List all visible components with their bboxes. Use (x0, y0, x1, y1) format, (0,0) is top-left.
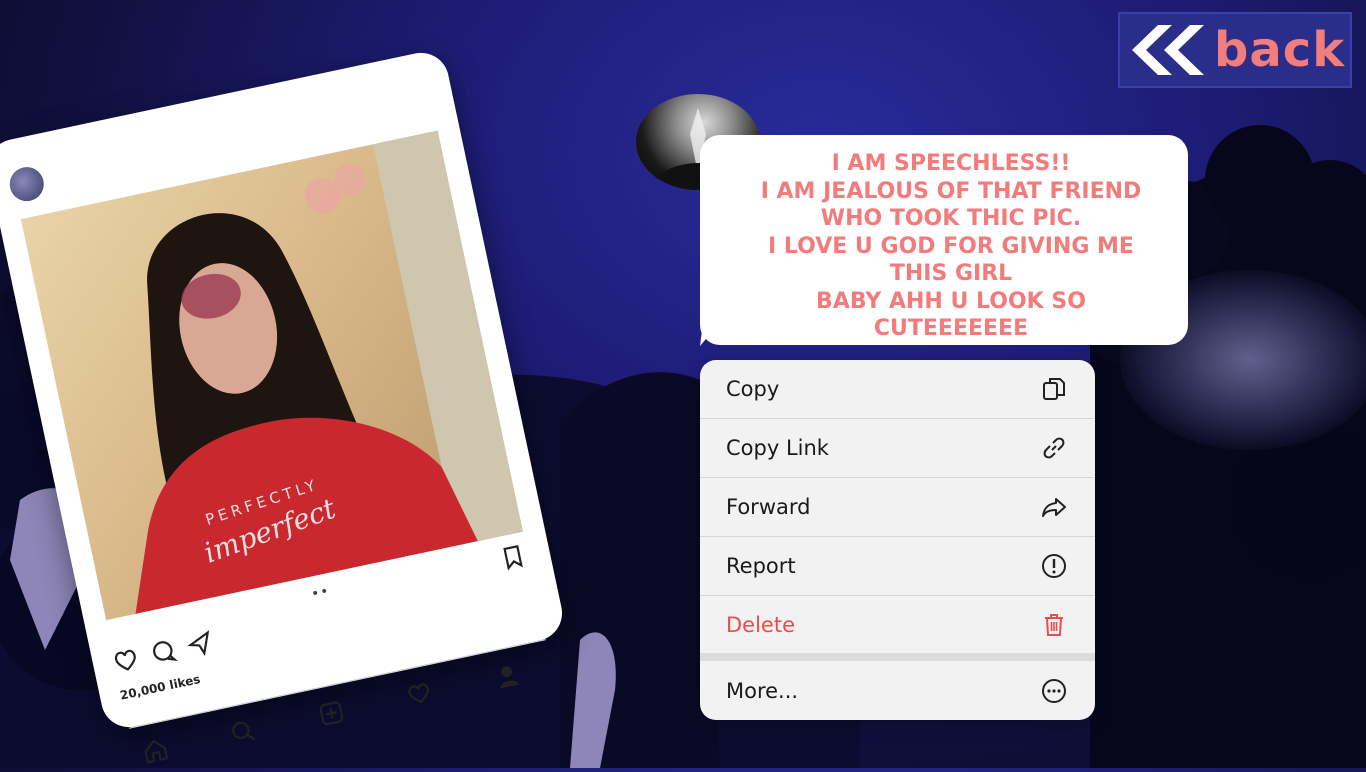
back-button[interactable]: back (1118, 12, 1352, 88)
menu-item-report[interactable]: Report (700, 537, 1095, 595)
menu-item-more[interactable]: More... (700, 662, 1095, 720)
forward-icon (1042, 498, 1066, 517)
trash-icon (1045, 614, 1063, 636)
more-icon (1042, 679, 1066, 703)
profile-icon[interactable] (492, 660, 523, 691)
heart-icon[interactable] (110, 644, 141, 675)
menu-item-label: More... (726, 679, 799, 703)
menu-item-forward[interactable]: Forward (700, 478, 1095, 536)
report-icon (1042, 554, 1066, 578)
menu-section-gap (700, 653, 1095, 661)
likes-count: 20,000 likes (118, 672, 202, 703)
post-photo[interactable]: PERFECTLY imperfect (20, 130, 523, 621)
menu-item-copy-link[interactable]: Copy Link (700, 419, 1095, 477)
activity-heart-icon[interactable] (404, 679, 435, 710)
comment-text: I am speechless!! I am jealous of that f… (716, 150, 1186, 343)
comment-line: I am speechless!! (831, 151, 1071, 176)
link-icon (1043, 437, 1065, 459)
menu-item-copy[interactable]: Copy (700, 360, 1095, 418)
home-icon[interactable] (140, 735, 171, 766)
comment-line: cuteeeeeee (873, 316, 1029, 341)
comment-line: I love u god for giving me (768, 233, 1134, 259)
comment-line: baby ahh u look so (816, 288, 1086, 314)
carousel-dots: •• (309, 583, 332, 603)
back-label: back (1214, 22, 1346, 78)
comment-icon[interactable] (148, 637, 179, 668)
comment-line: this girl (889, 261, 1013, 286)
menu-item-label: Copy (726, 377, 780, 401)
comment-line: who took thic pic. (820, 206, 1082, 231)
menu-item-label: Delete (726, 613, 795, 637)
menu-item-label: Copy Link (726, 436, 829, 460)
profile-avatar[interactable] (6, 163, 47, 205)
copy-icon (1043, 378, 1065, 400)
menu-item-label: Forward (726, 495, 811, 519)
search-icon[interactable] (228, 717, 259, 748)
add-post-icon[interactable] (316, 698, 347, 729)
double-chevron-left-icon (1132, 25, 1204, 75)
share-icon[interactable] (185, 629, 216, 660)
comment-line: I am jealous of that friend (760, 178, 1142, 204)
menu-item-delete[interactable]: Delete (700, 596, 1095, 654)
menu-item-label: Report (726, 554, 796, 578)
bookmark-icon[interactable] (498, 542, 529, 573)
context-menu: Copy Copy Link Forward Report Delete Mor… (700, 360, 1095, 720)
